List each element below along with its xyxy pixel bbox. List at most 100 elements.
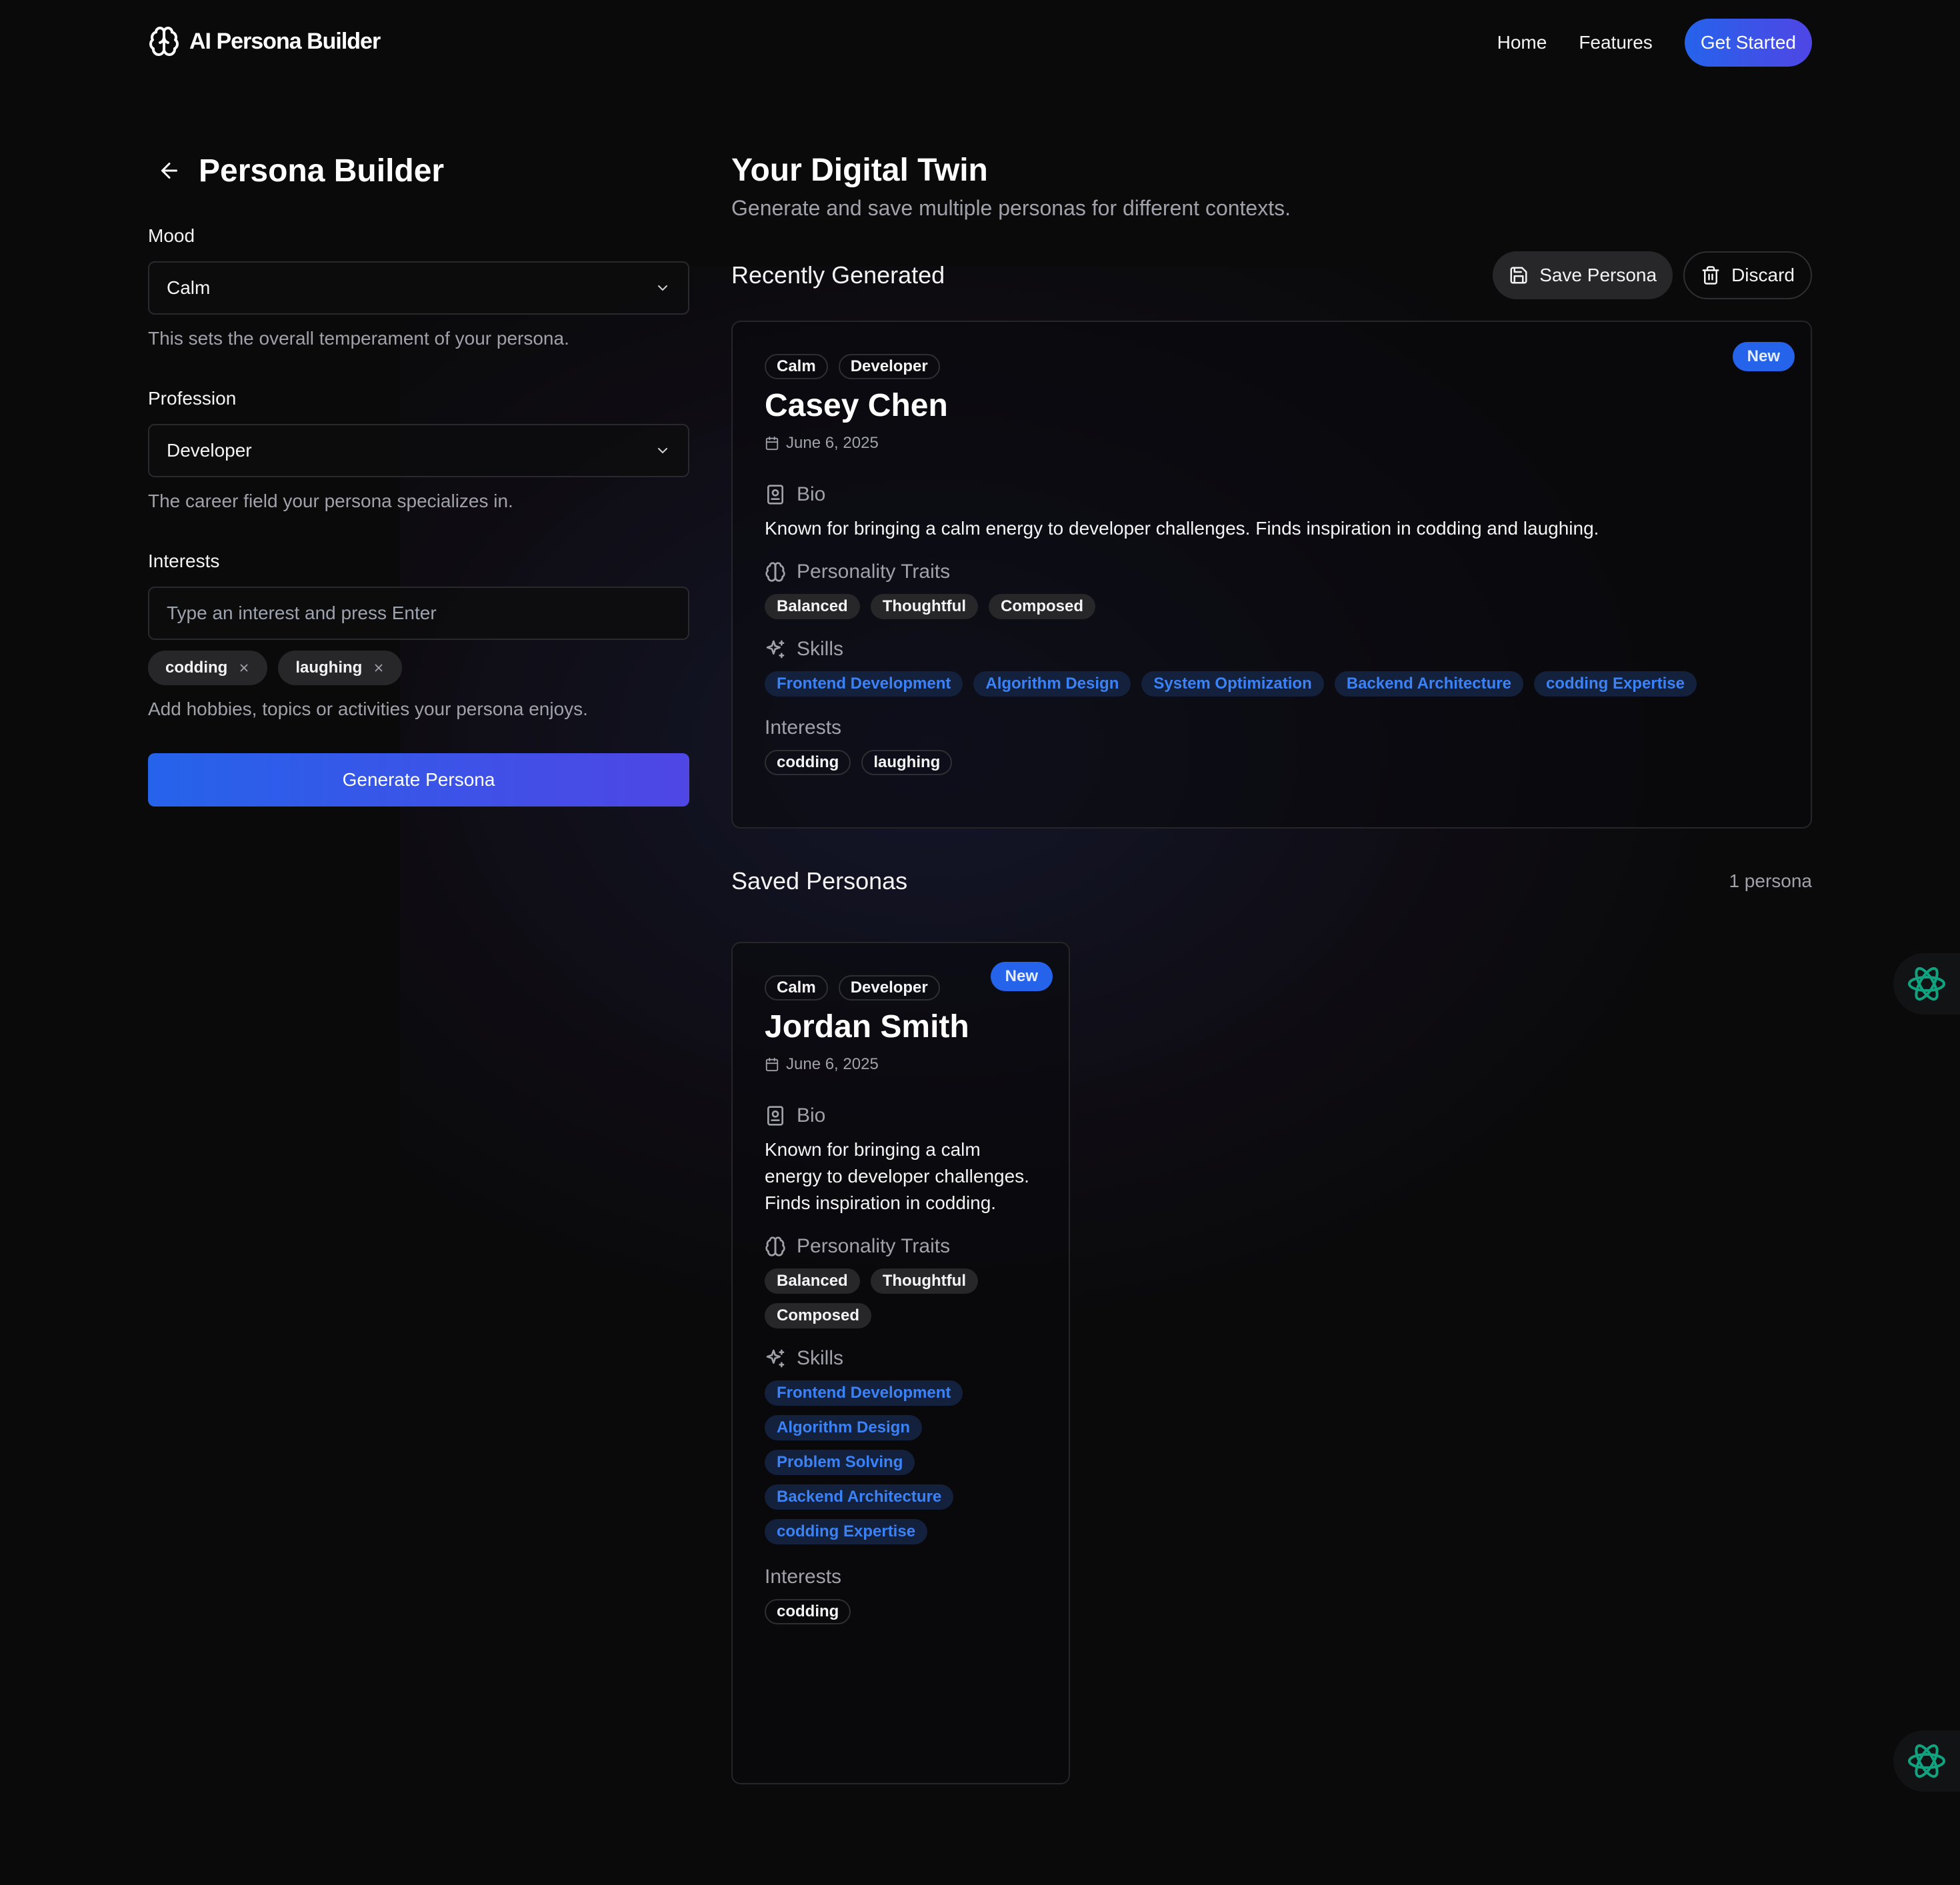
skill-tag: Algorithm Design [765,1415,923,1440]
mood-label: Mood [148,225,195,246]
skill-tag: System Optimization [1141,671,1324,697]
save-icon [1509,265,1529,285]
interest-chip-label: codding [165,659,228,677]
skill-tag: Backend Architecture [1334,671,1523,697]
discard-label: Discard [1731,265,1795,285]
persona-date-text: June 6, 2025 [786,1055,879,1073]
nav-link-home[interactable]: Home [1497,32,1547,53]
profession-select[interactable]: Developer [148,424,689,477]
bio-heading-text: Bio [797,1104,826,1126]
skill-tag: codding Expertise [1533,671,1697,697]
brain-icon [765,561,786,583]
save-persona-label: Save Persona [1539,265,1657,285]
generate-persona-button[interactable]: Generate Persona [148,753,689,807]
skills-list: Frontend Development Algorithm Design Pr… [765,1380,1037,1544]
close-icon[interactable] [373,662,385,674]
mood-select[interactable]: Calm [148,261,689,315]
interest-tag: codding [765,1599,851,1624]
traits-list: Balanced Thoughtful Composed [765,594,1779,619]
profession-tag: Developer [838,975,940,1000]
traits-list: Balanced Thoughtful Composed [765,1268,1037,1328]
saved-heading: Saved Personas [731,867,908,895]
sparkles-icon [765,639,786,660]
saved-header: Saved Personas 1 persona [731,867,1812,895]
close-icon[interactable] [238,662,250,674]
floating-assistant-button[interactable] [1893,953,1960,1014]
chevron-down-icon [655,443,671,459]
floating-assistant-button[interactable] [1893,1730,1960,1792]
nav-link-features[interactable]: Features [1579,32,1653,53]
traits-heading-text: Personality Traits [797,1235,951,1257]
skills-heading-text: Skills [797,638,844,660]
saved-persona-card[interactable]: New Calm Developer Jordan Smith June 6, … [731,942,1070,1784]
bio-heading: Bio [765,483,1779,506]
saved-count: 1 persona [1729,871,1812,891]
interests-heading: Interests [765,717,842,739]
skill-tag: codding Expertise [765,1519,928,1544]
arrow-left-icon[interactable] [148,159,181,183]
openai-icon [1905,962,1948,1005]
skill-tag: Frontend Development [765,1380,963,1406]
interests-label: Interests [148,551,220,571]
profession-tag: Developer [838,354,940,379]
trash-icon [1701,265,1721,285]
profession-help: The career field your persona specialize… [148,491,513,511]
brand[interactable]: AI Persona Builder [148,25,381,57]
nav-links: Home Features Get Started [1497,19,1812,67]
traits-heading-text: Personality Traits [797,561,951,583]
twin-subtitle: Generate and save multiple personas for … [731,196,1291,220]
brain-icon [765,1236,786,1257]
top-nav: AI Persona Builder Home Features Get Sta… [0,0,1960,87]
trait-tag: Thoughtful [870,594,978,619]
twin-title: Your Digital Twin [731,153,988,188]
trait-tag: Balanced [765,1268,860,1294]
persona-date: June 6, 2025 [765,1055,1037,1074]
bio-heading-text: Bio [797,483,826,505]
interest-tag: codding [765,750,851,775]
recent-header: Recently Generated Save Persona Discard [731,251,1812,299]
persona-builder-form: Persona Builder Mood Calm This sets the … [148,147,689,807]
mood-tag: Calm [765,975,828,1000]
skills-heading: Skills [765,638,1779,661]
recent-heading: Recently Generated [731,261,945,289]
interests-list: codding laughing [765,750,1779,775]
recent-persona-card: New Calm Developer Casey Chen June 6, 20… [731,321,1812,829]
skills-heading: Skills [765,1347,1037,1370]
persona-name: Jordan Smith [765,1009,969,1044]
skill-tag: Problem Solving [765,1450,915,1475]
page-title: Persona Builder [199,153,445,189]
persona-date-text: June 6, 2025 [786,434,879,452]
sparkles-icon [765,1348,786,1369]
interest-chips: codding laughing [148,651,689,685]
profession-value: Developer [167,440,252,461]
persona-date: June 6, 2025 [765,434,1779,453]
contact-icon [765,1105,786,1126]
discard-button[interactable]: Discard [1683,251,1812,299]
brand-name: AI Persona Builder [189,28,381,54]
mood-help: This sets the overall temperament of you… [148,328,569,349]
mood-value: Calm [167,277,211,298]
calendar-icon [765,436,779,451]
calendar-icon [765,1057,779,1072]
get-started-button[interactable]: Get Started [1684,19,1812,67]
skills-heading-text: Skills [797,1347,844,1369]
traits-heading: Personality Traits [765,1235,1037,1258]
new-badge: New [990,962,1053,991]
recent-actions: Save Persona Discard [1493,251,1812,299]
trait-tag: Composed [989,594,1096,619]
interest-input[interactable]: Type an interest and press Enter [148,587,689,640]
interest-placeholder: Type an interest and press Enter [167,603,437,623]
openai-icon [1905,1740,1948,1782]
contact-icon [765,484,786,505]
interest-tag: laughing [861,750,953,775]
interests-list: codding [765,1599,1037,1624]
skill-tag: Algorithm Design [973,671,1131,697]
save-persona-button[interactable]: Save Persona [1493,251,1673,299]
persona-bio: Known for bringing a calm energy to deve… [765,1139,1029,1213]
skills-list: Frontend Development Algorithm Design Sy… [765,671,1779,697]
digital-twin-panel: Your Digital Twin Generate and save mult… [731,147,1812,1784]
traits-heading: Personality Traits [765,561,1779,583]
skill-tag: Backend Architecture [765,1484,954,1510]
interest-chip: codding [148,651,268,685]
interest-chip-label: laughing [295,659,363,677]
